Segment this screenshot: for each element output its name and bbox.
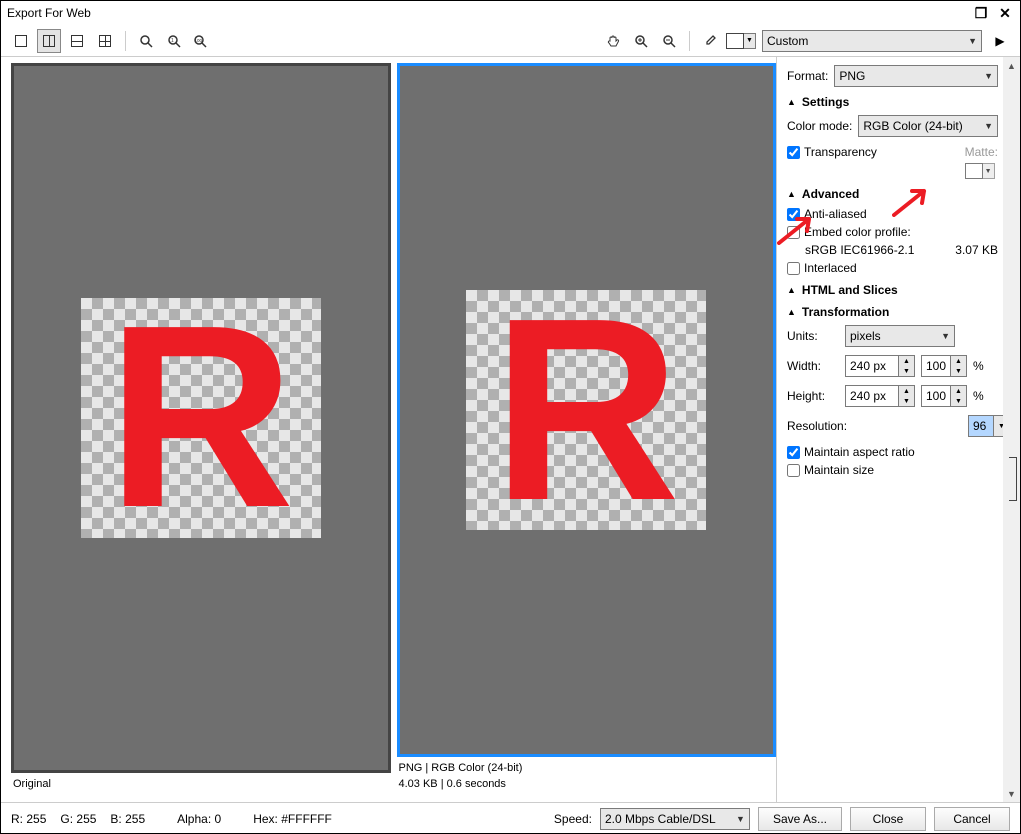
annotation-arrow-icon <box>892 187 932 217</box>
format-combo[interactable]: PNG▼ <box>834 65 998 87</box>
color-profile-name: sRGB IEC61966-2.1 <box>805 243 914 257</box>
units-label: Units: <box>787 329 839 343</box>
eyedropper-button[interactable] <box>698 29 722 53</box>
color-mode-combo[interactable]: RGB Color (24-bit)▼ <box>858 115 998 137</box>
color-swatch-combo[interactable]: ▼ <box>726 33 756 49</box>
transformation-section-header[interactable]: ▲Transformation <box>787 305 1010 319</box>
maintain-size-checkbox[interactable] <box>787 464 800 477</box>
zoom-actual-button[interactable]: 1 <box>162 29 186 53</box>
separator <box>689 31 690 51</box>
width-percent-spinner[interactable]: ▲▼ <box>921 355 967 377</box>
units-combo-value: pixels <box>850 329 881 343</box>
interlaced-checkbox[interactable] <box>787 262 800 275</box>
preset-combo[interactable]: Custom ▼ <box>762 30 982 52</box>
layout-single-button[interactable] <box>9 29 33 53</box>
height-label: Height: <box>787 389 839 403</box>
resolution-label: Resolution: <box>787 419 857 433</box>
preview-original-caption: Original <box>11 773 391 796</box>
transparency-checkerboard: R <box>466 290 706 530</box>
status-r-label: R: <box>11 812 23 826</box>
width-label: Width: <box>787 359 839 373</box>
resolution-input[interactable] <box>968 415 994 437</box>
separator <box>125 31 126 51</box>
speed-label: Speed: <box>554 812 592 826</box>
status-hex-label: Hex: <box>253 812 278 826</box>
matte-swatch-combo: ▼ <box>965 163 998 179</box>
save-as-button[interactable]: Save As... <box>758 807 842 831</box>
settings-section-header[interactable]: ▲Settings <box>787 95 1010 109</box>
height-percent-input[interactable] <box>921 385 951 407</box>
color-profile-size: 3.07 KB <box>955 243 998 257</box>
hand-tool-button[interactable] <box>601 29 625 53</box>
speed-combo[interactable]: 2.0 Mbps Cable/DSL▼ <box>600 808 750 830</box>
status-hex-value: #FFFFFF <box>281 812 332 826</box>
preview-output-canvas[interactable]: R <box>397 63 777 757</box>
preview-original-canvas[interactable]: R <box>11 63 391 773</box>
status-alpha-value: 0 <box>215 812 222 826</box>
chevron-down-icon[interactable]: ▼ <box>744 33 756 49</box>
zoom-100-button[interactable]: 100 <box>190 29 214 53</box>
maintain-ratio-checkbox[interactable] <box>787 446 800 459</box>
status-alpha-label: Alpha: <box>177 812 211 826</box>
close-button[interactable]: Close <box>850 807 926 831</box>
overflow-menu-button[interactable]: ▶ <box>988 29 1012 53</box>
cancel-button[interactable]: Cancel <box>934 807 1010 831</box>
status-r-value: 255 <box>26 812 46 826</box>
zoom-fit-button[interactable] <box>134 29 158 53</box>
percent-symbol: % <box>973 359 984 373</box>
status-g-value: 255 <box>76 812 96 826</box>
html-slices-section-header[interactable]: ▲HTML and Slices <box>787 283 1010 297</box>
close-icon[interactable]: ✕ <box>996 4 1014 22</box>
format-label: Format: <box>787 69 828 83</box>
sample-image-letter: R <box>492 313 680 508</box>
width-percent-input[interactable] <box>921 355 951 377</box>
width-spinner[interactable]: ▲▼ <box>845 355 915 377</box>
format-combo-value: PNG <box>839 69 865 83</box>
preview-output-caption: PNG | RGB Color (24-bit) 4.03 KB | 0.6 s… <box>397 757 777 796</box>
link-dimensions-icon <box>1009 457 1017 501</box>
maintain-ratio-label: Maintain aspect ratio <box>804 445 915 459</box>
maximize-icon[interactable]: ❐ <box>972 4 990 22</box>
transparency-checkerboard: R <box>81 298 321 538</box>
status-g-label: G: <box>60 812 73 826</box>
units-combo[interactable]: pixels▼ <box>845 325 955 347</box>
layout-split-horizontal-button[interactable] <box>65 29 89 53</box>
annotation-arrow-icon <box>777 215 817 245</box>
transparency-checkbox[interactable] <box>787 146 800 159</box>
speed-combo-value: 2.0 Mbps Cable/DSL <box>605 812 716 826</box>
layout-split-vertical-button[interactable] <box>37 29 61 53</box>
sample-image-letter: R <box>107 320 295 515</box>
embed-profile-label: Embed color profile: <box>804 225 911 239</box>
height-input[interactable] <box>845 385 899 407</box>
color-mode-label: Color mode: <box>787 119 852 133</box>
color-mode-value: RGB Color (24-bit) <box>863 119 962 133</box>
width-input[interactable] <box>845 355 899 377</box>
preset-combo-value: Custom <box>767 34 808 48</box>
transparency-label: Transparency <box>804 145 877 159</box>
percent-symbol: % <box>973 389 984 403</box>
chevron-down-icon: ▼ <box>968 36 977 46</box>
matte-label: Matte: <box>965 145 998 159</box>
svg-text:100: 100 <box>195 38 203 43</box>
sidebar-scrollbar[interactable]: ▲▼ <box>1003 57 1020 802</box>
layout-grid-button[interactable] <box>93 29 117 53</box>
status-b-label: B: <box>110 812 121 826</box>
window-title: Export For Web <box>7 6 91 20</box>
height-percent-spinner[interactable]: ▲▼ <box>921 385 967 407</box>
status-b-value: 255 <box>125 812 145 826</box>
zoom-in-button[interactable] <box>629 29 653 53</box>
svg-text:1: 1 <box>171 38 174 44</box>
maintain-size-label: Maintain size <box>804 463 874 477</box>
color-swatch[interactable] <box>726 33 744 49</box>
height-spinner[interactable]: ▲▼ <box>845 385 915 407</box>
zoom-out-button[interactable] <box>657 29 681 53</box>
interlaced-label: Interlaced <box>804 261 857 275</box>
